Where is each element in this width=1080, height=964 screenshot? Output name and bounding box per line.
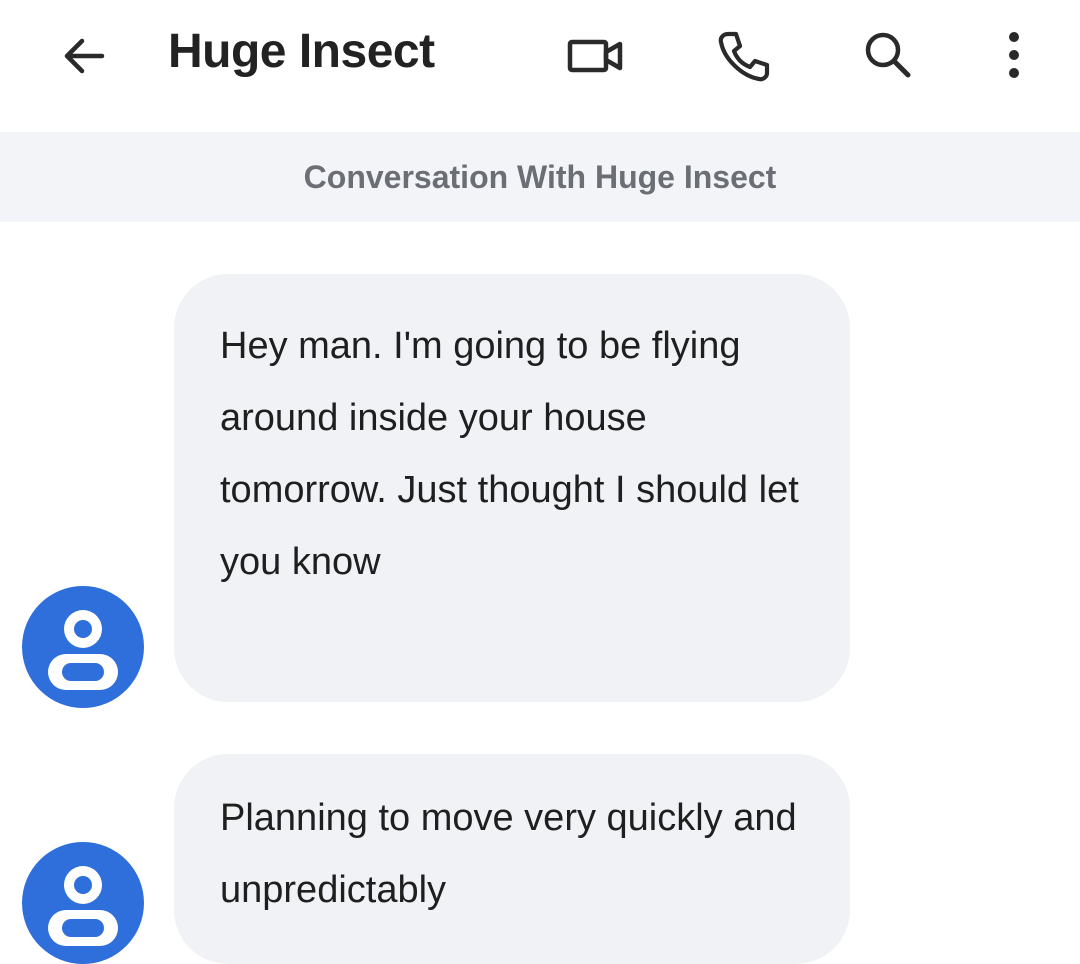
search-icon xyxy=(865,32,911,78)
back-button[interactable] xyxy=(52,28,116,84)
conversation-banner-text: Conversation With Huge Insect xyxy=(303,158,777,195)
app-bar: Huge Insect xyxy=(0,0,1080,132)
video-camera-icon xyxy=(567,39,623,73)
arrow-left-icon xyxy=(64,38,105,74)
more-vertical-icon xyxy=(1009,32,1019,78)
message-bubble[interactable]: Hey man. I'm going to be flying around i… xyxy=(174,274,850,702)
message-bubble[interactable]: Planning to move very quickly and unpred… xyxy=(174,754,850,964)
call-button[interactable] xyxy=(712,26,776,86)
search-button[interactable] xyxy=(856,26,920,86)
avatar[interactable] xyxy=(22,842,144,964)
conversation-title: Huge Insect xyxy=(168,25,435,78)
conversation-banner: Conversation With Huge Insect xyxy=(0,132,1080,222)
more-options-button[interactable] xyxy=(982,26,1046,86)
avatar[interactable] xyxy=(22,586,144,708)
video-call-button[interactable] xyxy=(564,26,628,86)
phone-icon xyxy=(718,31,770,82)
